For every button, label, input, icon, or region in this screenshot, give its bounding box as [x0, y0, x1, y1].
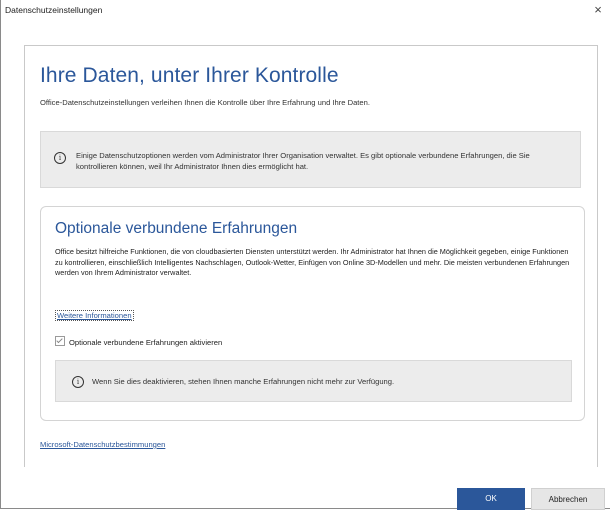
- deactivation-warning-text: Wenn Sie dies deaktivieren, stehen Ihnen…: [92, 377, 395, 386]
- section-title: Optionale verbundene Erfahrungen: [55, 220, 298, 237]
- enable-connected-experiences-checkbox[interactable]: Optionale verbundene Erfahrungen aktivie…: [55, 336, 222, 347]
- privacy-statement-link[interactable]: Microsoft-Datenschutzbestimmungen: [40, 440, 165, 449]
- window-title: Datenschutzeinstellungen: [5, 5, 103, 15]
- checkbox-check-icon[interactable]: [55, 336, 65, 346]
- privacy-settings-dialog: Datenschutzeinstellungen × Ihre Daten, u…: [0, 0, 611, 510]
- title-bar: Datenschutzeinstellungen ×: [1, 0, 611, 22]
- ok-button[interactable]: OK: [457, 488, 525, 510]
- page-subtitle: Office-Datenschutzeinstellungen verleihe…: [40, 98, 370, 107]
- section-description: Office besitzt hilfreiche Funktionen, di…: [55, 247, 570, 277]
- admin-notice: i Einige Datenschutzoptionen werden vom …: [40, 131, 581, 188]
- dialog-footer: OK Abbrechen: [1, 467, 611, 510]
- checkbox-label: Optionale verbundene Erfahrungen aktivie…: [69, 338, 223, 347]
- connected-experiences-section: Optionale verbundene Erfahrungen Office …: [40, 206, 585, 421]
- cancel-button[interactable]: Abbrechen: [531, 488, 605, 510]
- admin-notice-text: Einige Datenschutzoptionen werden vom Ad…: [76, 151, 530, 171]
- learn-more-link[interactable]: Weitere Informationen: [55, 310, 134, 321]
- deactivation-warning: i Wenn Sie dies deaktivieren, stehen Ihn…: [55, 360, 572, 402]
- close-icon[interactable]: ×: [590, 2, 606, 18]
- page-title: Ihre Daten, unter Ihrer Kontrolle: [40, 64, 339, 87]
- info-icon: i: [54, 152, 66, 164]
- dialog-content: Ihre Daten, unter Ihrer Kontrolle Office…: [24, 45, 598, 467]
- info-icon: i: [72, 376, 84, 388]
